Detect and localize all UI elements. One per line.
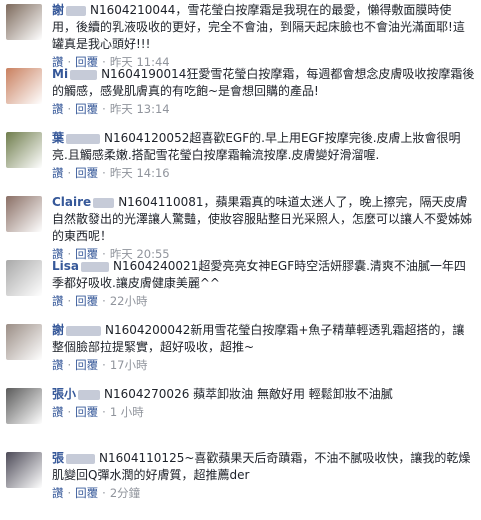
reply-link[interactable]: 回覆 <box>75 486 98 500</box>
comment-text: N1604240021超愛亮亮女神EGF時空活妍膠囊.清爽不油膩一年四季都好吸收… <box>52 259 466 290</box>
comment-item: 謝 N1604200042新用雪花瑩白按摩霜+魚子精華輕透乳霜超搭的，讓整個臉部拉… <box>0 320 481 384</box>
comment-actions: 讚 · 回覆 · 2分鐘 <box>52 486 141 500</box>
comment-text: N1604120052超喜歡EGF的.早上用EGF按摩完後.皮膚上妝會很明亮.且… <box>52 131 461 162</box>
avatar[interactable] <box>6 388 42 424</box>
comment-body: Lisa N1604240021超愛亮亮女神EGF時空活妍膠囊.清爽不油膩一年四季… <box>52 258 475 292</box>
like-link[interactable]: 讚 <box>52 166 64 180</box>
redacted-name-block <box>81 261 109 272</box>
reply-link[interactable]: 回覆 <box>75 102 98 116</box>
comment-list: 謝 N1604210044，雪花瑩白按摩霜是我現在的最愛，懶得敷面膜時使用，後續的… <box>0 0 481 512</box>
comment-body: 張 N1604110125~喜歡蘋果天后奇蹟霜，不油不膩吸收快，讓我的乾燥肌變回Q… <box>52 450 475 484</box>
commenter-name[interactable]: Mi <box>52 67 98 81</box>
redacted-name-block <box>66 453 96 464</box>
like-link[interactable]: 讚 <box>52 102 64 116</box>
comment-text: N1604110125~喜歡蘋果天后奇蹟霜，不油不膩吸收快，讓我的乾燥肌變回Q彈… <box>52 451 471 482</box>
comment-actions: 讚 · 回覆 · 昨天 13:14 <box>52 102 170 116</box>
commenter-name[interactable]: 張小 <box>52 387 101 401</box>
comment-body: 謝 N1604200042新用雪花瑩白按摩霜+魚子精華輕透乳霜超搭的，讓整個臉部拉… <box>52 322 475 356</box>
comment-text: N1604190014狂愛雪花瑩白按摩霜，每週都會想念皮膚吸收按摩霜後的觸感，感… <box>52 67 475 98</box>
avatar[interactable] <box>6 4 42 40</box>
avatar[interactable] <box>6 452 42 488</box>
commenter-name[interactable]: Claire <box>52 195 115 209</box>
redacted-name-block <box>93 197 115 208</box>
comment-body: Claire N1604110081，蘋果霜真的味道太迷人了，晚上擦完，隔天皮膚自… <box>52 194 475 245</box>
like-link[interactable]: 讚 <box>52 405 64 419</box>
comment-body: 張小 N1604270026 蘋萃卸妝油 無敵好用 輕鬆卸妝不油膩 <box>52 386 475 403</box>
comment-text: N1604210044，雪花瑩白按摩霜是我現在的最愛，懶得敷面膜時使用，後續的乳… <box>52 3 465 51</box>
comment-body: 謝 N1604210044，雪花瑩白按摩霜是我現在的最愛，懶得敷面膜時使用，後續的… <box>52 2 475 53</box>
comment-item: 謝 N1604210044，雪花瑩白按摩霜是我現在的最愛，懶得敷面膜時使用，後續的… <box>0 0 481 69</box>
commenter-name[interactable]: 葉 <box>52 131 101 145</box>
comment-actions: 讚 · 回覆 · 1 小時 <box>52 405 144 419</box>
redacted-name-block <box>78 389 101 400</box>
comment-actions: 讚 · 回覆 · 22小時 <box>52 294 148 308</box>
redacted-name-block <box>66 5 87 16</box>
commenter-name[interactable]: 謝 <box>52 3 87 17</box>
comment-actions: 讚 · 回覆 · 17小時 <box>52 358 148 372</box>
reply-link[interactable]: 回覆 <box>75 166 98 180</box>
reply-link[interactable]: 回覆 <box>75 294 98 308</box>
comment-text: N1604270026 蘋萃卸妝油 無敵好用 輕鬆卸妝不油膩 <box>104 387 393 401</box>
comment-timestamp[interactable]: 22小時 <box>110 294 148 308</box>
commenter-name[interactable]: Lisa <box>52 259 109 273</box>
comment-item: 葉 N1604120052超喜歡EGF的.早上用EGF按摩完後.皮膚上妝會很明亮.… <box>0 128 481 192</box>
avatar[interactable] <box>6 260 42 296</box>
like-link[interactable]: 讚 <box>52 358 64 372</box>
avatar[interactable] <box>6 324 42 360</box>
redacted-name-block <box>70 69 98 80</box>
reply-link[interactable]: 回覆 <box>75 358 98 372</box>
comment-item: Claire N1604110081，蘋果霜真的味道太迷人了，晚上擦完，隔天皮膚自… <box>0 192 481 261</box>
comment-timestamp[interactable]: 1 小時 <box>110 405 144 419</box>
comment-item: Mi N1604190014狂愛雪花瑩白按摩霜，每週都會想念皮膚吸收按摩霜後的觸感… <box>0 64 481 128</box>
comment-actions: 讚 · 回覆 · 昨天 14:16 <box>52 166 170 180</box>
avatar[interactable] <box>6 132 42 168</box>
commenter-name[interactable]: 謝 <box>52 323 102 337</box>
comment-item: 張小 N1604270026 蘋萃卸妝油 無敵好用 輕鬆卸妝不油膩 讚 · 回覆 · 1 … <box>0 384 481 448</box>
comment-timestamp[interactable]: 昨天 13:14 <box>110 102 170 116</box>
like-link[interactable]: 讚 <box>52 486 64 500</box>
avatar[interactable] <box>6 196 42 232</box>
comment-timestamp[interactable]: 2分鐘 <box>110 486 140 500</box>
redacted-name-block <box>66 325 102 336</box>
comment-body: 葉 N1604120052超喜歡EGF的.早上用EGF按摩完後.皮膚上妝會很明亮.… <box>52 130 475 164</box>
comment-item: 張 N1604110125~喜歡蘋果天后奇蹟霜，不油不膩吸收快，讓我的乾燥肌變回Q… <box>0 448 481 512</box>
commenter-name[interactable]: 張 <box>52 451 96 465</box>
avatar[interactable] <box>6 68 42 104</box>
comment-body: Mi N1604190014狂愛雪花瑩白按摩霜，每週都會想念皮膚吸收按摩霜後的觸感… <box>52 66 475 100</box>
like-link[interactable]: 讚 <box>52 294 64 308</box>
comment-text: N1604200042新用雪花瑩白按摩霜+魚子精華輕透乳霜超搭的，讓整個臉部拉提… <box>52 323 465 354</box>
reply-link[interactable]: 回覆 <box>75 405 98 419</box>
comment-timestamp[interactable]: 17小時 <box>110 358 148 372</box>
redacted-name-block <box>66 133 101 144</box>
comment-item: Lisa N1604240021超愛亮亮女神EGF時空活妍膠囊.清爽不油膩一年四季… <box>0 256 481 320</box>
comment-timestamp[interactable]: 昨天 14:16 <box>110 166 170 180</box>
comment-text: N1604110081，蘋果霜真的味道太迷人了，晚上擦完，隔天皮膚自然散發出的光… <box>52 195 473 243</box>
